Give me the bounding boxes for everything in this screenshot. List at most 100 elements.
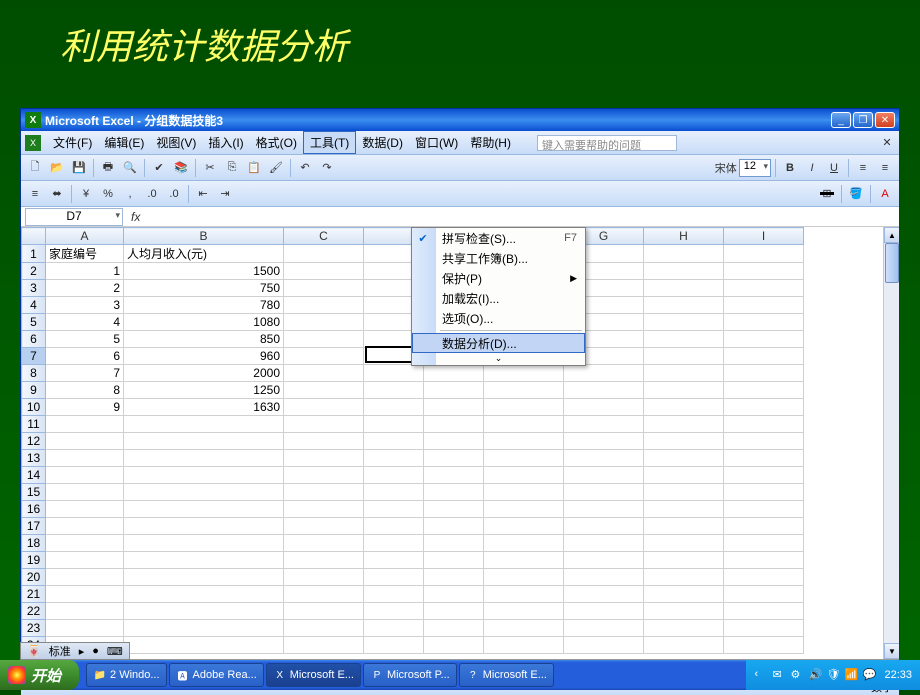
menu-expand-chevron[interactable]: ⌄ (412, 353, 585, 365)
cell-B4[interactable]: 780 (124, 297, 284, 314)
row-header-14[interactable]: 14 (22, 467, 46, 484)
menu-data[interactable]: 数据(D) (356, 132, 409, 153)
cell[interactable] (644, 263, 724, 280)
cell-B17[interactable] (124, 518, 284, 535)
cell[interactable] (484, 399, 564, 416)
cell[interactable] (284, 586, 364, 603)
cell-B16[interactable] (124, 501, 284, 518)
row-header-3[interactable]: 3 (22, 280, 46, 297)
cell-B8[interactable]: 2000 (124, 365, 284, 382)
cell[interactable] (284, 433, 364, 450)
cell[interactable] (364, 637, 424, 654)
cell[interactable] (644, 603, 724, 620)
cell[interactable] (364, 399, 424, 416)
menu-format[interactable]: 格式(O) (250, 132, 303, 153)
cell-B1[interactable]: 人均月收入(元) (124, 245, 284, 263)
cell-B13[interactable] (124, 450, 284, 467)
cell[interactable] (284, 365, 364, 382)
cell[interactable] (724, 433, 804, 450)
cell-B12[interactable] (124, 433, 284, 450)
cell[interactable] (284, 467, 364, 484)
italic-button[interactable]: I (802, 158, 822, 178)
taskbar-item[interactable]: ?Microsoft E... (459, 663, 554, 687)
menu-item-options[interactable]: 选项(O)... (412, 308, 585, 328)
cell[interactable] (364, 450, 424, 467)
tray-icon-3[interactable]: 🔊 (808, 668, 822, 682)
cell[interactable] (644, 484, 724, 501)
cell[interactable] (564, 569, 644, 586)
ime-punct-icon[interactable]: ▸ (75, 645, 89, 658)
cell[interactable] (564, 484, 644, 501)
cell[interactable] (364, 603, 424, 620)
menu-item-share[interactable]: 共享工作簿(B)... (412, 248, 585, 268)
tray-icon-6[interactable]: 💬 (862, 668, 876, 682)
cell[interactable] (284, 518, 364, 535)
font-color-button[interactable]: A (875, 184, 895, 204)
cell[interactable] (724, 416, 804, 433)
row-header-17[interactable]: 17 (22, 518, 46, 535)
cell-A8[interactable]: 7 (46, 365, 124, 382)
row-header-12[interactable]: 12 (22, 433, 46, 450)
percent-button[interactable]: % (98, 184, 118, 204)
cell-B3[interactable]: 750 (124, 280, 284, 297)
cell[interactable] (424, 450, 484, 467)
cell[interactable] (364, 433, 424, 450)
cell[interactable] (364, 569, 424, 586)
cell[interactable] (564, 620, 644, 637)
copy-button[interactable]: ⎘ (222, 158, 242, 178)
cell[interactable] (484, 637, 564, 654)
redo-button[interactable]: ↷ (317, 158, 337, 178)
scroll-down-button[interactable]: ▼ (884, 643, 899, 659)
cell[interactable] (724, 569, 804, 586)
cell[interactable] (564, 450, 644, 467)
taskbar-item[interactable]: 📁2 Windo... (86, 663, 167, 687)
row-header-11[interactable]: 11 (22, 416, 46, 433)
research-button[interactable]: 📚 (171, 158, 191, 178)
row-header-21[interactable]: 21 (22, 586, 46, 603)
menu-view[interactable]: 视图(V) (150, 132, 202, 153)
menu-help[interactable]: 帮助(H) (464, 132, 517, 153)
scroll-thumb[interactable] (885, 243, 899, 283)
cell[interactable] (564, 518, 644, 535)
print-button[interactable]: 🖶 (98, 158, 118, 178)
cell-A10[interactable]: 9 (46, 399, 124, 416)
row-header-15[interactable]: 15 (22, 484, 46, 501)
cell[interactable] (644, 416, 724, 433)
cut-button[interactable]: ✂ (200, 158, 220, 178)
help-search-input[interactable]: 键入需要帮助的问题 (537, 135, 677, 151)
cell[interactable] (644, 518, 724, 535)
cell[interactable] (644, 552, 724, 569)
cell[interactable] (724, 603, 804, 620)
maximize-button[interactable]: ❐ (853, 112, 873, 128)
row-header-8[interactable]: 8 (22, 365, 46, 382)
cell-B5[interactable]: 1080 (124, 314, 284, 331)
clock[interactable]: 22:33 (884, 669, 912, 681)
cell[interactable] (284, 552, 364, 569)
menu-item-protect[interactable]: 保护(P)▶ (412, 268, 585, 288)
cell[interactable] (364, 382, 424, 399)
formula-input[interactable] (148, 208, 899, 226)
cell-B10[interactable]: 1630 (124, 399, 284, 416)
cell-A20[interactable] (46, 569, 124, 586)
language-bar[interactable]: 🀄 标准 ▸ ● ⌨ (20, 642, 130, 660)
taskbar-item[interactable]: PMicrosoft P... (363, 663, 457, 687)
cell[interactable] (424, 535, 484, 552)
cell[interactable] (484, 518, 564, 535)
decrease-indent-button[interactable]: ⇤ (193, 184, 213, 204)
cell-B14[interactable] (124, 467, 284, 484)
cell[interactable] (424, 603, 484, 620)
cell[interactable] (284, 484, 364, 501)
align-center-button[interactable]: ≡ (875, 158, 895, 178)
tray-icon-5[interactable]: 📶 (844, 668, 858, 682)
row-header-20[interactable]: 20 (22, 569, 46, 586)
cell[interactable] (644, 365, 724, 382)
open-button[interactable]: 📂 (47, 158, 67, 178)
cell[interactable] (484, 620, 564, 637)
cell[interactable] (284, 535, 364, 552)
cell[interactable] (484, 535, 564, 552)
cell-A12[interactable] (46, 433, 124, 450)
cell[interactable] (644, 569, 724, 586)
tray-icon-4[interactable]: 🛡 (826, 668, 840, 682)
select-all-corner[interactable] (22, 228, 46, 245)
cell[interactable] (364, 586, 424, 603)
